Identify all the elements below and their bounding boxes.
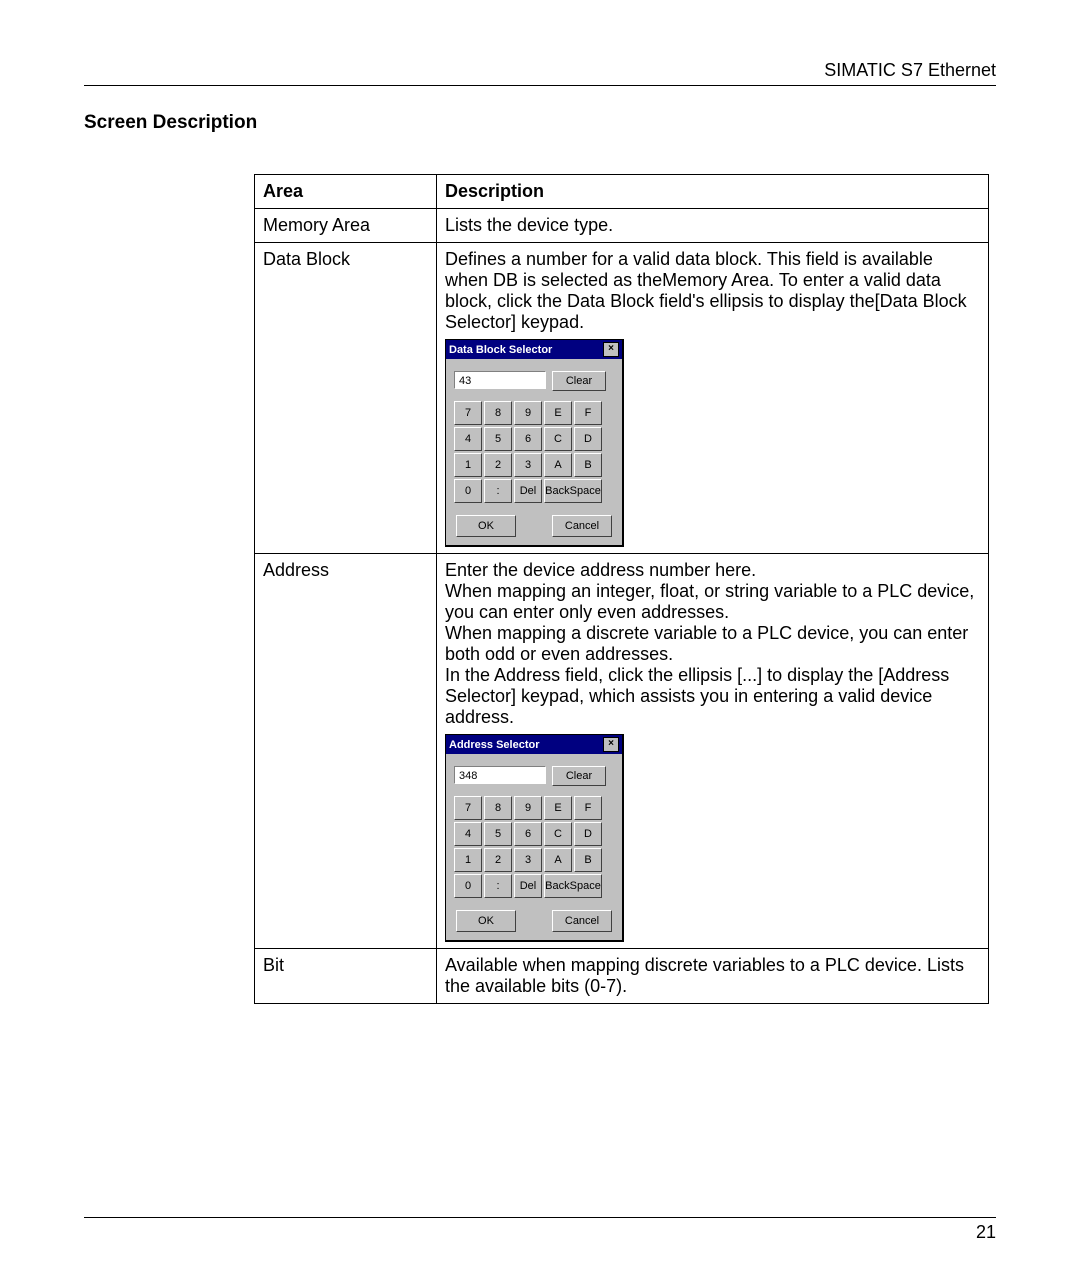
- table-row: Bit Available when mapping discrete vari…: [255, 949, 989, 1004]
- ok-button[interactable]: OK: [456, 910, 516, 932]
- key-0[interactable]: 0: [454, 874, 482, 898]
- key-backspace[interactable]: BackSpace: [544, 874, 602, 898]
- key-a[interactable]: A: [544, 848, 572, 872]
- page-number: 21: [976, 1222, 996, 1242]
- cell-area: Address: [255, 554, 437, 949]
- cancel-button[interactable]: Cancel: [552, 515, 612, 537]
- key-9[interactable]: 9: [514, 401, 542, 425]
- cell-desc: Enter the device address number here. Wh…: [437, 554, 989, 949]
- key-colon[interactable]: :: [484, 874, 512, 898]
- key-d[interactable]: D: [574, 427, 602, 451]
- data-block-selector-dialog: Data Block Selector × 43 Clear 7: [445, 339, 624, 547]
- close-icon[interactable]: ×: [603, 342, 619, 357]
- key-c[interactable]: C: [544, 822, 572, 846]
- keypad: 7 8 9 E F 4 5 6 C: [454, 401, 614, 503]
- key-backspace[interactable]: BackSpace: [544, 479, 602, 503]
- key-4[interactable]: 4: [454, 427, 482, 451]
- key-7[interactable]: 7: [454, 401, 482, 425]
- clear-button[interactable]: Clear: [552, 371, 606, 391]
- th-area: Area: [255, 175, 437, 209]
- cancel-button[interactable]: Cancel: [552, 910, 612, 932]
- table-row: Memory Area Lists the device type.: [255, 209, 989, 243]
- keypad: 7 8 9 E F 4 5 6 C: [454, 796, 614, 898]
- key-1[interactable]: 1: [454, 848, 482, 872]
- key-4[interactable]: 4: [454, 822, 482, 846]
- key-d[interactable]: D: [574, 822, 602, 846]
- key-6[interactable]: 6: [514, 822, 542, 846]
- key-7[interactable]: 7: [454, 796, 482, 820]
- close-icon[interactable]: ×: [603, 737, 619, 752]
- cell-desc: Lists the device type.: [437, 209, 989, 243]
- description-table: Area Description Memory Area Lists the d…: [254, 174, 989, 1004]
- key-9[interactable]: 9: [514, 796, 542, 820]
- key-5[interactable]: 5: [484, 822, 512, 846]
- key-b[interactable]: B: [574, 848, 602, 872]
- key-e[interactable]: E: [544, 401, 572, 425]
- dialog-titlebar: Address Selector ×: [446, 735, 622, 754]
- key-3[interactable]: 3: [514, 453, 542, 477]
- address-input[interactable]: 348: [454, 766, 546, 784]
- table-row: Data Block Defines a number for a valid …: [255, 243, 989, 554]
- key-8[interactable]: 8: [484, 796, 512, 820]
- desc-text: Defines a number for a valid data block.…: [445, 249, 967, 332]
- key-del[interactable]: Del: [514, 874, 542, 898]
- cell-desc: Available when mapping discrete variable…: [437, 949, 989, 1004]
- table-row: Address Enter the device address number …: [255, 554, 989, 949]
- data-block-input[interactable]: 43: [454, 371, 546, 389]
- desc-text: Enter the device address number here. Wh…: [445, 560, 974, 727]
- doc-title: SIMATIC S7 Ethernet: [824, 60, 996, 80]
- key-2[interactable]: 2: [484, 848, 512, 872]
- key-del[interactable]: Del: [514, 479, 542, 503]
- address-selector-dialog: Address Selector × 348 Clear 7: [445, 734, 624, 942]
- key-c[interactable]: C: [544, 427, 572, 451]
- key-colon[interactable]: :: [484, 479, 512, 503]
- clear-button[interactable]: Clear: [552, 766, 606, 786]
- th-desc: Description: [437, 175, 989, 209]
- section-title: Screen Description: [84, 112, 996, 134]
- key-f[interactable]: F: [574, 401, 602, 425]
- cell-area: Bit: [255, 949, 437, 1004]
- dialog-title: Address Selector: [449, 739, 539, 751]
- key-f[interactable]: F: [574, 796, 602, 820]
- ok-button[interactable]: OK: [456, 515, 516, 537]
- key-8[interactable]: 8: [484, 401, 512, 425]
- key-b[interactable]: B: [574, 453, 602, 477]
- cell-area: Memory Area: [255, 209, 437, 243]
- cell-area: Data Block: [255, 243, 437, 554]
- key-6[interactable]: 6: [514, 427, 542, 451]
- key-0[interactable]: 0: [454, 479, 482, 503]
- key-a[interactable]: A: [544, 453, 572, 477]
- key-3[interactable]: 3: [514, 848, 542, 872]
- key-2[interactable]: 2: [484, 453, 512, 477]
- cell-desc: Defines a number for a valid data block.…: [437, 243, 989, 554]
- dialog-titlebar: Data Block Selector ×: [446, 340, 622, 359]
- dialog-title: Data Block Selector: [449, 344, 552, 356]
- key-5[interactable]: 5: [484, 427, 512, 451]
- key-e[interactable]: E: [544, 796, 572, 820]
- key-1[interactable]: 1: [454, 453, 482, 477]
